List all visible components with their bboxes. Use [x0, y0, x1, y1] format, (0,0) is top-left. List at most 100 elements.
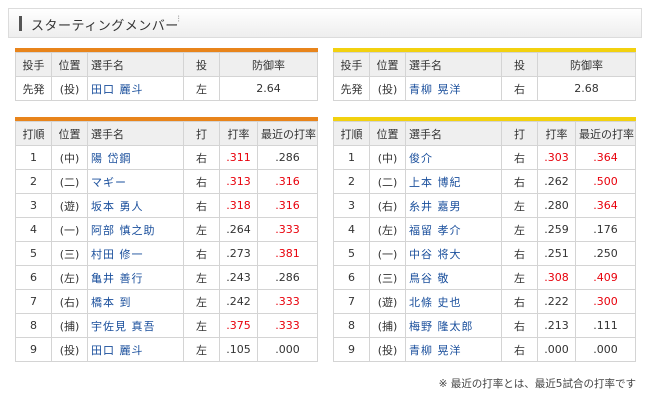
lineup-row: 4 (一) 阿部 慎之助左 .264.333 — [15, 217, 318, 242]
bats-hand: 右 — [501, 241, 538, 266]
player-name-link[interactable]: 北條 史也 — [405, 289, 502, 314]
bats-hand: 右 — [501, 145, 538, 170]
player-name-link[interactable]: 青柳 晃洋 — [405, 337, 502, 362]
batting-average: .251 — [537, 241, 576, 266]
batting-order: 4 — [333, 217, 370, 242]
pitcher-hand: 左 — [183, 76, 220, 101]
player-name-link[interactable]: 田口 麗斗 — [87, 337, 184, 362]
player-name-link[interactable]: 橋本 到 — [87, 289, 184, 314]
batting-average: .303 — [537, 145, 576, 170]
batting-order: 3 — [333, 193, 370, 218]
player-name-link[interactable]: マギー — [87, 169, 184, 194]
lineup-row: 8 (捕) 梅野 隆太郎右 .213.111 — [333, 313, 636, 338]
pitcher-hand: 右 — [501, 76, 538, 101]
header-era: 防御率 — [537, 52, 636, 77]
player-name-link[interactable]: 上本 博紀 — [405, 169, 502, 194]
lineup-row: 1 (中) 陽 岱鋼右 .311.286 — [15, 145, 318, 170]
player-name-link[interactable]: 宇佐見 真吾 — [87, 313, 184, 338]
header-pitcher: 投手 — [15, 52, 52, 77]
position: (投) — [51, 337, 88, 362]
recent-average: .409 — [575, 265, 636, 290]
batting-order: 6 — [333, 265, 370, 290]
right-lineup-panel: 打順 位置 選手名 打 打率 最近の打率 1 (中) 俊介右 .303.364 2 (二)… — [333, 117, 636, 362]
pitcher-role: 先発 — [333, 76, 370, 101]
position: (左) — [51, 265, 88, 290]
recent-average: .500 — [575, 169, 636, 194]
position: (一) — [51, 217, 88, 242]
player-name-link[interactable]: 村田 修一 — [87, 241, 184, 266]
header-bats: 打 — [183, 121, 220, 146]
pitcher-name-link[interactable]: 青柳 晃洋 — [405, 76, 502, 101]
position: (遊) — [51, 193, 88, 218]
header-pitcher: 投手 — [333, 52, 370, 77]
batting-order: 7 — [333, 289, 370, 314]
batting-average: .222 — [537, 289, 576, 314]
bats-hand: 右 — [501, 337, 538, 362]
bats-hand: 右 — [183, 241, 220, 266]
batting-average: .264 — [219, 217, 258, 242]
batting-order: 6 — [15, 265, 52, 290]
bats-hand: 右 — [501, 289, 538, 314]
player-name-link[interactable]: 坂本 勇人 — [87, 193, 184, 218]
header-player-name: 選手名 — [87, 52, 184, 77]
batting-average: .280 — [537, 193, 576, 218]
header-player-name: 選手名 — [405, 52, 502, 77]
bats-hand: 左 — [183, 313, 220, 338]
left-pitcher-panel: 投手 位置 選手名 投 防御率 先発 (投) 田口 麗斗 左 2.64 — [15, 48, 318, 101]
recent-average: .333 — [257, 217, 318, 242]
player-name-link[interactable]: 俊介 — [405, 145, 502, 170]
batting-average: .105 — [219, 337, 258, 362]
header-recent-average: 最近の打率 — [575, 121, 636, 146]
lineup-row: 5 (一) 中谷 将大右 .251.250 — [333, 241, 636, 266]
player-name-link[interactable]: 鳥谷 敬 — [405, 265, 502, 290]
position: (一) — [369, 241, 406, 266]
header-batting-average: 打率 — [537, 121, 576, 146]
bats-hand: 右 — [183, 145, 220, 170]
batting-order: 1 — [333, 145, 370, 170]
batting-average: .313 — [219, 169, 258, 194]
header-accent-bar — [19, 16, 22, 31]
header-position: 位置 — [51, 121, 88, 146]
player-name-link[interactable]: 陽 岱鋼 — [87, 145, 184, 170]
position: (右) — [369, 193, 406, 218]
recent-average: .111 — [575, 313, 636, 338]
batting-average: .273 — [219, 241, 258, 266]
header-position: 位置 — [51, 52, 88, 77]
batting-average: .375 — [219, 313, 258, 338]
player-name-link[interactable]: 梅野 隆太郎 — [405, 313, 502, 338]
lineup-header-row: 打順 位置 選手名 打 打率 最近の打率 — [333, 121, 636, 146]
header-recent-average: 最近の打率 — [257, 121, 318, 146]
player-name-link[interactable]: 阿部 慎之助 — [87, 217, 184, 242]
batting-average: .243 — [219, 265, 258, 290]
pitcher-header-row: 投手 位置 選手名 投 防御率 — [15, 52, 318, 77]
batting-average: .000 — [537, 337, 576, 362]
batting-average: .242 — [219, 289, 258, 314]
lineup-row: 1 (中) 俊介右 .303.364 — [333, 145, 636, 170]
player-name-link[interactable]: 福留 孝介 — [405, 217, 502, 242]
recent-average: .364 — [575, 145, 636, 170]
position: (遊) — [369, 289, 406, 314]
lineup-row: 5 (三) 村田 修一右 .273.381 — [15, 241, 318, 266]
batting-order: 7 — [15, 289, 52, 314]
recent-average: .000 — [257, 337, 318, 362]
position: (三) — [369, 265, 406, 290]
player-name-link[interactable]: 糸井 嘉男 — [405, 193, 502, 218]
player-name-link[interactable]: 亀井 善行 — [87, 265, 184, 290]
batting-order: 5 — [333, 241, 370, 266]
lineup-header-row: 打順 位置 選手名 打 打率 最近の打率 — [15, 121, 318, 146]
pitcher-position: (投) — [369, 76, 406, 101]
bats-hand: 左 — [183, 289, 220, 314]
batting-average: .213 — [537, 313, 576, 338]
section-title: スターティングメンバー — [31, 19, 179, 34]
bats-hand: 右 — [183, 169, 220, 194]
footnote: ※ 最近の打率とは、最近5試合の打率です — [438, 378, 636, 390]
bats-hand: 左 — [183, 265, 220, 290]
pitcher-name-link[interactable]: 田口 麗斗 — [87, 76, 184, 101]
bats-hand: 左 — [501, 265, 538, 290]
header-throws: 投 — [501, 52, 538, 77]
player-name-link[interactable]: 中谷 将大 — [405, 241, 502, 266]
batting-average: .318 — [219, 193, 258, 218]
header-player-name: 選手名 — [87, 121, 184, 146]
position: (捕) — [369, 313, 406, 338]
pitcher-era: 2.68 — [537, 76, 636, 101]
